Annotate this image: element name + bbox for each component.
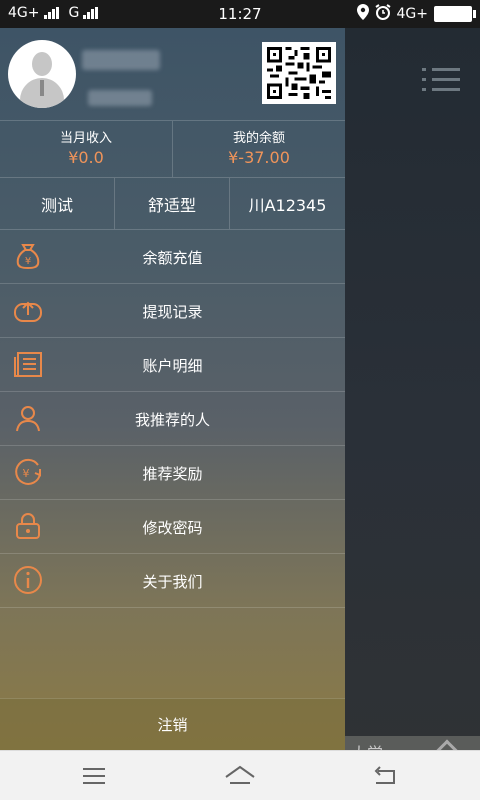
monthly-income[interactable]: 当月收入 ¥0.0 bbox=[0, 121, 172, 177]
user-phone-redacted bbox=[88, 90, 152, 106]
menu-item-change-password[interactable]: 修改密码 bbox=[0, 500, 345, 554]
balance-value: ¥-37.00 bbox=[228, 148, 290, 167]
network-type-3: 4G+ bbox=[396, 6, 429, 22]
monthly-income-label: 当月收入 bbox=[59, 131, 112, 146]
menu-item-my-referrals[interactable]: 我推荐的人 bbox=[0, 392, 345, 446]
menu-item-label: 账户明细 bbox=[142, 357, 203, 375]
car-plate: 川A12345 bbox=[229, 178, 345, 229]
monthly-income-value: ¥0.0 bbox=[68, 148, 104, 167]
menu-item-label: 关于我们 bbox=[142, 573, 203, 591]
avatar[interactable] bbox=[8, 40, 76, 108]
status-right: 4G+ bbox=[356, 4, 476, 24]
menu-icon[interactable] bbox=[74, 761, 114, 791]
drawer-menu: ¥ 余额充值 提现记录 账户明细 我推荐的人 ¥ 推荐奖励 修改密码 关于我们 bbox=[0, 230, 345, 608]
balance[interactable]: 我的余额 ¥-37.00 bbox=[172, 121, 345, 177]
menu-item-withdraw-records[interactable]: 提现记录 bbox=[0, 284, 345, 338]
menu-item-account-details[interactable]: 账户明细 bbox=[0, 338, 345, 392]
menu-item-label: 修改密码 bbox=[142, 519, 203, 537]
map-menu-button[interactable] bbox=[422, 68, 460, 94]
status-bar: 4G+ G 11:27 4G+ bbox=[0, 0, 480, 28]
side-drawer: 当月收入 ¥0.0 我的余额 ¥-37.00 测试 舒适型 川A12345 ¥ … bbox=[0, 28, 345, 750]
menu-item-referral-rewards[interactable]: ¥ 推荐奖励 bbox=[0, 446, 345, 500]
qr-code[interactable] bbox=[262, 42, 336, 104]
drawer-header bbox=[0, 28, 345, 120]
alarm-icon bbox=[374, 4, 391, 24]
back-icon[interactable] bbox=[366, 761, 406, 791]
earnings-stats: 当月收入 ¥0.0 我的余额 ¥-37.00 bbox=[0, 120, 345, 178]
balance-label: 我的余额 bbox=[232, 131, 285, 146]
driver-name: 测试 bbox=[40, 195, 73, 215]
home-icon[interactable] bbox=[220, 761, 260, 791]
user-name-redacted bbox=[82, 50, 160, 70]
battery-icon bbox=[434, 6, 476, 22]
menu-item-label: 推荐奖励 bbox=[142, 465, 203, 483]
menu-item-label: 提现记录 bbox=[142, 303, 203, 321]
location-icon bbox=[356, 4, 369, 24]
car-type: 舒适型 bbox=[114, 178, 229, 229]
menu-item-recharge[interactable]: ¥ 余额充值 bbox=[0, 230, 345, 284]
system-nav-bar bbox=[0, 750, 480, 800]
menu-item-label: 我推荐的人 bbox=[134, 411, 210, 429]
car-info-row: 测试 舒适型 川A12345 bbox=[0, 178, 345, 230]
menu-item-label: 余额充值 bbox=[142, 249, 203, 267]
menu-item-about-us[interactable]: 关于我们 bbox=[0, 554, 345, 608]
logout-button[interactable]: 注销 bbox=[0, 698, 345, 750]
